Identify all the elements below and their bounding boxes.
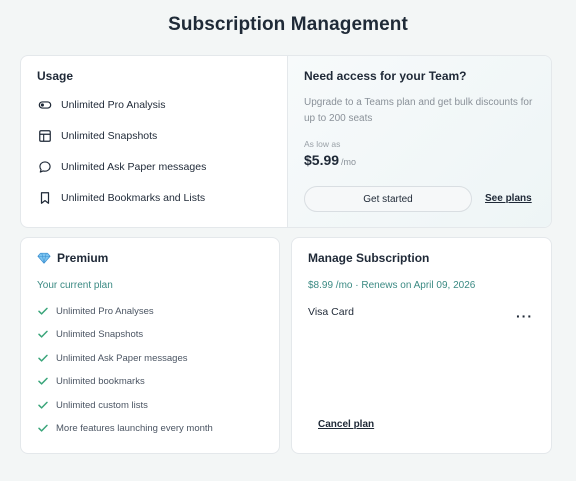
usage-item-label: Unlimited Bookmarks and Lists: [61, 191, 206, 204]
check-icon: [38, 401, 48, 409]
diamond-icon: [37, 251, 51, 265]
price-unit: /mo: [341, 157, 357, 167]
usage-item-label: Unlimited Pro Analysis: [61, 98, 166, 111]
check-icon: [38, 307, 48, 315]
bookmark-icon: [37, 190, 52, 205]
premium-title-label: Premium: [57, 251, 109, 265]
team-description: Upgrade to a Teams plan and get bulk dis…: [304, 97, 533, 124]
current-plan-label: Your current plan: [37, 280, 113, 291]
more-options-icon[interactable]: ···: [516, 309, 533, 323]
get-started-button[interactable]: Get started: [304, 186, 472, 212]
feature-item: Unlimited Pro Analyses: [37, 305, 154, 317]
feature-label: Unlimited Pro Analyses: [56, 305, 154, 317]
page-title: Subscription Management: [168, 14, 408, 35]
feature-label: Unlimited custom lists: [56, 399, 148, 411]
usage-item-ask-paper: Unlimited Ask Paper messages: [37, 159, 206, 174]
feature-item: Unlimited bookmarks: [37, 375, 145, 387]
feature-label: Unlimited Ask Paper messages: [56, 352, 188, 364]
feature-item: More features launching every month: [37, 422, 213, 434]
chat-bubble-icon: [37, 159, 52, 174]
check-icon: [38, 330, 48, 338]
usage-item-label: Unlimited Snapshots: [61, 129, 158, 142]
feature-item: Unlimited Ask Paper messages: [37, 352, 187, 364]
feature-label: Unlimited bookmarks: [56, 375, 145, 387]
usage-item-label: Unlimited Ask Paper messages: [61, 160, 207, 173]
premium-title: Premium: [37, 251, 108, 265]
toggle-icon: [37, 97, 52, 112]
price-amount: $5.99: [304, 152, 340, 168]
as-low-as-label: As low as: [304, 139, 341, 149]
cancel-plan-link[interactable]: Cancel plan: [318, 419, 374, 430]
renewal-info: $8.99 /mo · Renews on April 09, 2026: [308, 280, 476, 291]
top-card: Usage Unlimited Pro Analysis Unlimited S…: [20, 55, 552, 228]
table-icon: [37, 128, 52, 143]
see-plans-link[interactable]: See plans: [485, 193, 532, 204]
manage-heading: Manage Subscription: [308, 251, 430, 265]
usage-heading: Usage: [37, 69, 74, 83]
premium-card: Premium Your current plan Unlimited Pro …: [20, 237, 280, 454]
feature-item: Unlimited Snapshots: [37, 328, 143, 340]
feature-label: More features launching every month: [56, 422, 213, 434]
team-panel: Need access for your Team? Upgrade to a …: [287, 56, 551, 227]
payment-method: Visa Card: [308, 306, 354, 318]
usage-item-pro-analysis: Unlimited Pro Analysis: [37, 97, 165, 112]
manage-subscription-card: Manage Subscription $8.99 /mo · Renews o…: [291, 237, 552, 454]
usage-item-bookmarks: Unlimited Bookmarks and Lists: [37, 190, 205, 205]
usage-item-snapshots: Unlimited Snapshots: [37, 128, 157, 143]
team-price: $5.99/mo: [304, 152, 356, 168]
feature-label: Unlimited Snapshots: [56, 328, 144, 340]
check-icon: [38, 377, 48, 385]
feature-item: Unlimited custom lists: [37, 399, 148, 411]
check-icon: [38, 424, 48, 432]
team-heading: Need access for your Team?: [304, 69, 467, 83]
usage-panel: Usage Unlimited Pro Analysis Unlimited S…: [21, 56, 287, 227]
check-icon: [38, 354, 48, 362]
